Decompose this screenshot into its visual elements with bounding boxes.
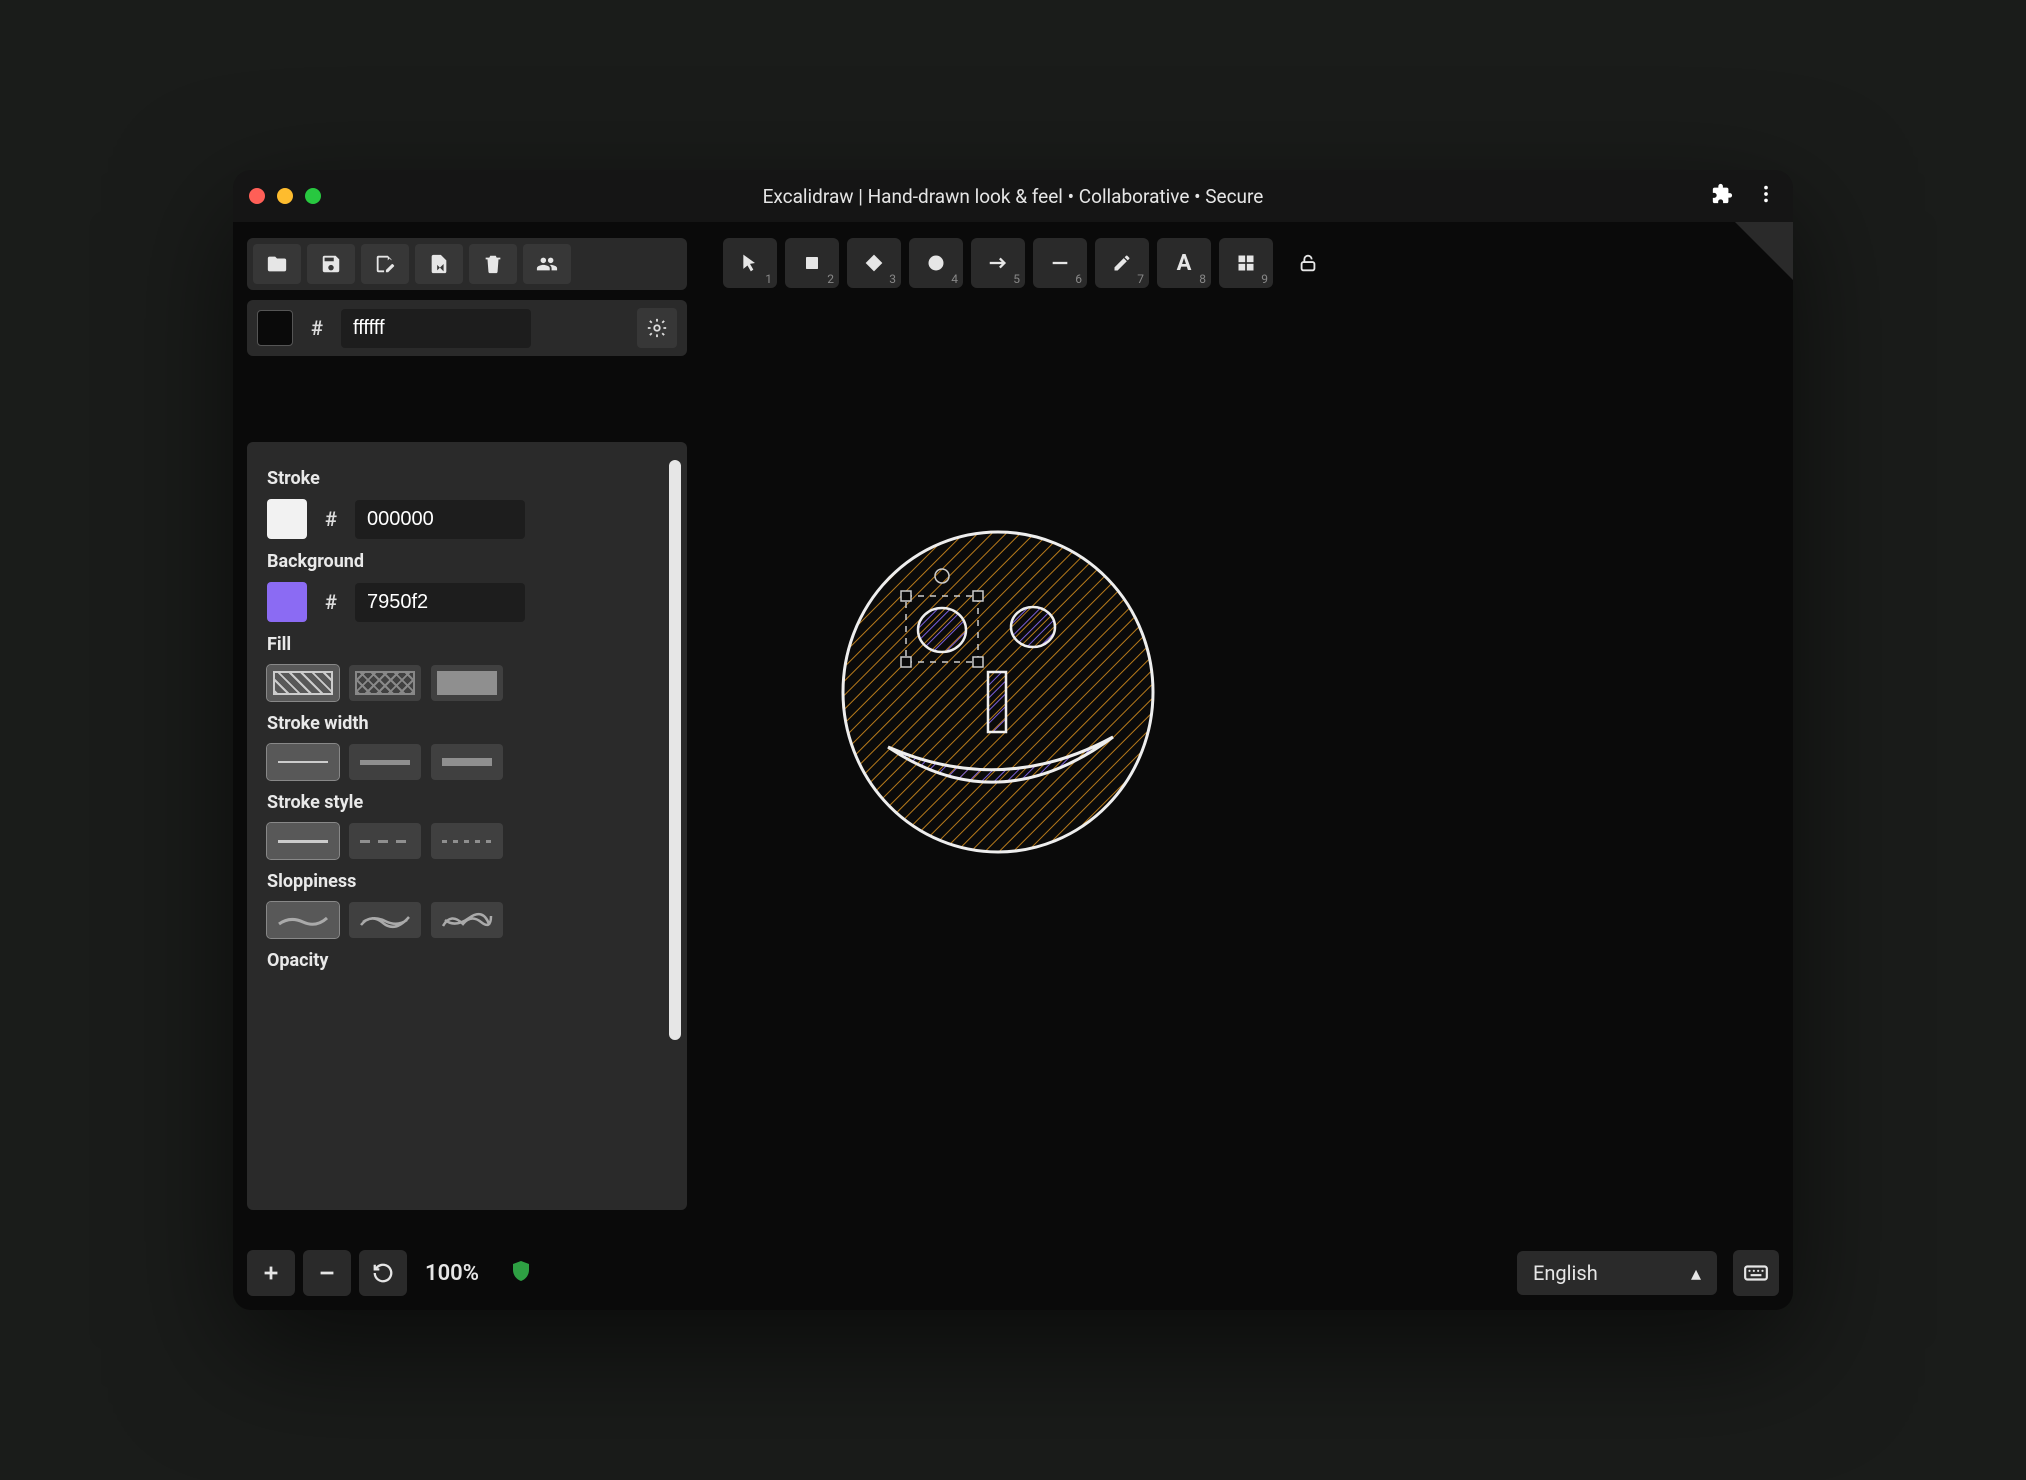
- open-button[interactable]: [253, 244, 301, 284]
- export-image-button[interactable]: [415, 244, 463, 284]
- sloppiness-artist[interactable]: [349, 902, 421, 938]
- gear-icon[interactable]: [637, 308, 677, 348]
- tool-ellipse[interactable]: 4: [909, 238, 963, 288]
- panel-scrollbar[interactable]: [669, 460, 683, 1196]
- element-properties-panel: Stroke # Background # Fill Stroke width: [247, 442, 687, 1210]
- fill-label: Fill: [267, 634, 667, 655]
- tool-text[interactable]: A 8: [1157, 238, 1211, 288]
- tool-draw[interactable]: 7: [1095, 238, 1149, 288]
- keyboard-shortcuts-button[interactable]: [1733, 1250, 1779, 1296]
- zoom-controls: 100%: [247, 1250, 533, 1296]
- tool-line[interactable]: 6: [1033, 238, 1087, 288]
- background-color-input[interactable]: [355, 583, 525, 622]
- language-value: English: [1533, 1261, 1598, 1285]
- stroke-width-thick[interactable]: [431, 744, 503, 780]
- tool-library[interactable]: 9: [1219, 238, 1273, 288]
- tool-diamond[interactable]: 3: [847, 238, 901, 288]
- canvas-color-swatch[interactable]: [257, 310, 293, 346]
- fill-solid[interactable]: [431, 665, 503, 701]
- opacity-label: Opacity: [267, 950, 667, 971]
- zoom-in-button[interactable]: [247, 1250, 295, 1296]
- titlebar: Excalidraw | Hand-drawn look & feel • Co…: [233, 170, 1793, 222]
- tool-num: 7: [1137, 272, 1144, 286]
- stroke-label: Stroke: [267, 468, 667, 489]
- tool-num: 1: [765, 272, 772, 286]
- hash-label: #: [303, 316, 331, 340]
- tool-rectangle[interactable]: 2: [785, 238, 839, 288]
- canvas-background-row: #: [247, 300, 687, 356]
- delete-button[interactable]: [469, 244, 517, 284]
- save-as-button[interactable]: [361, 244, 409, 284]
- tool-toolbar: 1 2 3 4 5 6 7: [723, 238, 1335, 288]
- github-corner-icon[interactable]: [1735, 222, 1793, 280]
- stroke-style-dashed[interactable]: [349, 823, 421, 859]
- stroke-width-thin[interactable]: [267, 744, 339, 780]
- hash-label: #: [317, 507, 345, 531]
- hash-label: #: [317, 590, 345, 614]
- tool-num: 3: [889, 272, 896, 286]
- zoom-value[interactable]: 100%: [415, 1261, 489, 1286]
- app-content: # Stroke # Background # Fill: [233, 222, 1793, 1310]
- tool-num: 8: [1199, 272, 1206, 286]
- sloppiness-label: Sloppiness: [267, 871, 667, 892]
- stroke-style-dotted[interactable]: [431, 823, 503, 859]
- zoom-out-button[interactable]: [303, 1250, 351, 1296]
- window-title: Excalidraw | Hand-drawn look & feel • Co…: [233, 185, 1793, 208]
- save-button[interactable]: [307, 244, 355, 284]
- fill-hachure[interactable]: [267, 665, 339, 701]
- language-select[interactable]: English ▴: [1517, 1251, 1717, 1295]
- sloppiness-architect[interactable]: [267, 902, 339, 938]
- tool-num: 2: [827, 272, 834, 286]
- stroke-width-label: Stroke width: [267, 713, 667, 734]
- stroke-width-medium[interactable]: [349, 744, 421, 780]
- collaborate-button[interactable]: [523, 244, 571, 284]
- stroke-color-swatch[interactable]: [267, 499, 307, 539]
- tool-num: 5: [1013, 272, 1020, 286]
- tool-arrow[interactable]: 5: [971, 238, 1025, 288]
- sloppiness-cartoonist[interactable]: [431, 902, 503, 938]
- fill-crosshatch[interactable]: [349, 665, 421, 701]
- stroke-color-input[interactable]: [355, 500, 525, 539]
- tool-num: 4: [951, 272, 958, 286]
- drawing-smiley-face[interactable]: [833, 522, 1163, 862]
- background-color-swatch[interactable]: [267, 582, 307, 622]
- canvas-color-input[interactable]: [341, 309, 531, 348]
- background-label: Background: [267, 551, 667, 572]
- main-menu: [247, 238, 687, 290]
- tool-num: 9: [1261, 272, 1268, 286]
- tool-lock[interactable]: [1281, 238, 1335, 288]
- chevron-up-icon: ▴: [1691, 1261, 1701, 1285]
- stroke-style-label: Stroke style: [267, 792, 667, 813]
- stroke-style-solid[interactable]: [267, 823, 339, 859]
- encryption-shield-icon[interactable]: [509, 1259, 533, 1287]
- zoom-reset-button[interactable]: [359, 1250, 407, 1296]
- tool-num: 6: [1075, 272, 1082, 286]
- tool-selection[interactable]: 1: [723, 238, 777, 288]
